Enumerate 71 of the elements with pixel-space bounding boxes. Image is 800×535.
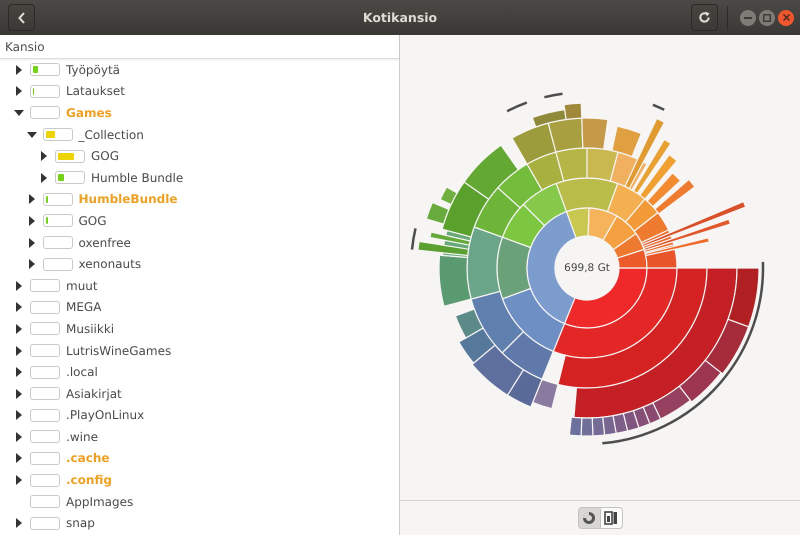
window-title: Kotikansio xyxy=(362,10,438,25)
usage-bar xyxy=(42,258,72,271)
collapsed-arrow-icon[interactable] xyxy=(16,518,22,528)
usage-bar xyxy=(30,106,60,120)
collapsed-arrow-icon[interactable] xyxy=(16,86,22,96)
usage-bar xyxy=(30,344,60,358)
folder-name[interactable]: xenonauts xyxy=(78,257,142,272)
back-button[interactable] xyxy=(8,4,35,31)
collapsed-arrow-icon[interactable] xyxy=(41,172,47,183)
expanded-arrow-icon[interactable] xyxy=(14,110,24,116)
usage-bar xyxy=(30,322,60,336)
collapsed-arrow-icon[interactable] xyxy=(16,64,22,75)
folder-name[interactable]: .PlayOnLinux xyxy=(66,408,144,422)
collapsed-arrow-icon[interactable] xyxy=(16,346,22,356)
minimize-icon xyxy=(744,16,752,18)
column-header[interactable]: Kansio xyxy=(0,35,399,59)
close-icon xyxy=(782,14,790,21)
minimize-button[interactable] xyxy=(740,10,756,26)
folder-name[interactable]: .local xyxy=(66,365,98,380)
collapsed-arrow-icon[interactable] xyxy=(16,367,22,378)
reload-button[interactable] xyxy=(691,4,718,31)
folder-name[interactable]: Asiakirjat xyxy=(66,386,122,401)
folder-name[interactable]: GOG xyxy=(78,214,107,228)
folder-name[interactable]: Musiikki xyxy=(66,322,114,336)
collapsed-arrow-icon[interactable] xyxy=(16,280,22,291)
rings-view-button[interactable] xyxy=(578,507,600,529)
treemap-chart-icon xyxy=(604,511,618,525)
folder-name[interactable]: MEGA xyxy=(66,300,102,314)
collapsed-arrow-icon[interactable] xyxy=(16,302,22,312)
collapsed-arrow-icon[interactable] xyxy=(16,324,22,334)
folder-name[interactable]: snap xyxy=(66,516,95,530)
folder-name[interactable]: AppImages xyxy=(66,494,134,509)
folder-name[interactable]: _Collection xyxy=(78,128,144,142)
collapsed-arrow-icon[interactable] xyxy=(16,453,22,464)
collapsed-arrow-icon[interactable] xyxy=(28,238,34,248)
collapsed-arrow-icon[interactable] xyxy=(28,194,34,204)
collapsed-arrow-icon[interactable] xyxy=(16,432,22,442)
folder-name[interactable]: Humble Bundle xyxy=(91,170,184,185)
folder-name[interactable]: .wine xyxy=(66,430,98,444)
usage-bar xyxy=(30,366,60,379)
usage-bar xyxy=(42,236,72,250)
usage-bar xyxy=(30,387,60,400)
rings-chart-icon xyxy=(582,511,596,525)
folder-name[interactable]: GOG xyxy=(91,149,120,164)
collapsed-arrow-icon[interactable] xyxy=(28,216,34,226)
usage-bar xyxy=(30,279,60,292)
collapsed-arrow-icon[interactable] xyxy=(16,475,22,486)
treemap-view-button[interactable] xyxy=(600,507,622,529)
maximize-icon xyxy=(763,14,771,22)
collapsed-arrow-icon[interactable] xyxy=(16,410,22,420)
collapsed-arrow-icon[interactable] xyxy=(41,151,47,162)
expanded-arrow-icon[interactable] xyxy=(26,132,36,138)
reload-icon xyxy=(698,11,711,24)
usage-bar xyxy=(30,408,60,422)
folder-name[interactable]: LutrisWineGames xyxy=(66,344,172,358)
folder-name[interactable]: Lataukset xyxy=(66,84,125,98)
usage-bar xyxy=(30,495,60,508)
folder-name[interactable]: oxenfree xyxy=(78,236,131,250)
total-size-label: 699,8 Gt xyxy=(564,262,610,274)
collapsed-arrow-icon[interactable] xyxy=(16,388,22,399)
maximize-button[interactable] xyxy=(759,10,775,26)
usage-bar xyxy=(30,516,60,530)
usage-bar xyxy=(30,300,60,314)
usage-bar xyxy=(30,452,60,465)
folder-name[interactable]: muut xyxy=(66,278,98,293)
folder-name[interactable]: Työpöytä xyxy=(66,62,120,77)
usage-bar xyxy=(30,474,60,487)
close-button[interactable] xyxy=(778,10,794,26)
chevron-left-icon xyxy=(18,12,26,24)
collapsed-arrow-icon[interactable] xyxy=(28,259,34,270)
usage-bar xyxy=(30,430,60,444)
